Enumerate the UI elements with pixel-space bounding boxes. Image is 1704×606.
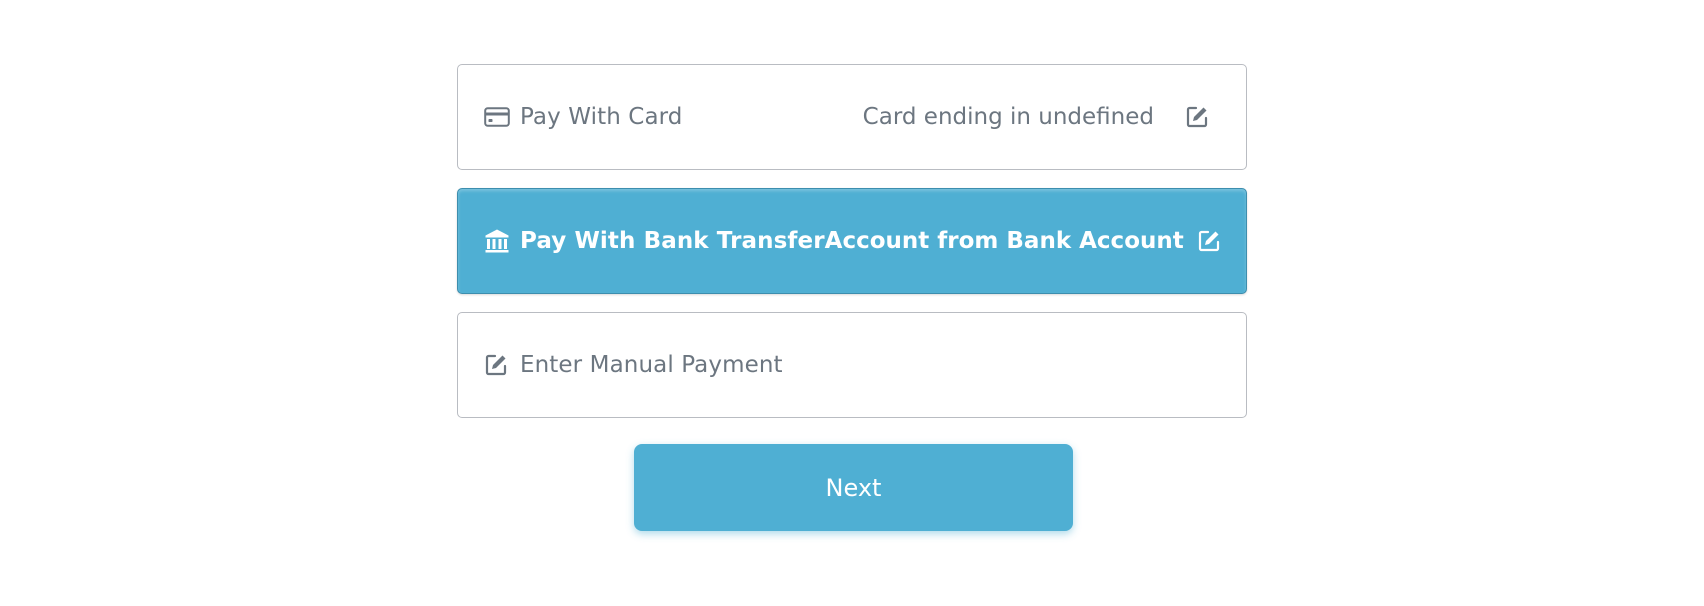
next-button[interactable]: Next: [634, 444, 1073, 531]
option-label: Pay With Card: [520, 104, 683, 130]
next-button-wrapper: Next: [634, 444, 1073, 531]
edit-card-icon[interactable]: [1184, 104, 1210, 130]
enter-manual-payment-option[interactable]: Enter Manual Payment: [457, 312, 1247, 418]
edit-bank-account-icon[interactable]: [1196, 228, 1222, 254]
bank-icon: [484, 227, 512, 255]
edit-icon: [484, 351, 512, 379]
option-label: Pay With Bank Transfer: [520, 228, 825, 254]
pay-with-bank-transfer-option[interactable]: Pay With Bank Transfer Account from Bank…: [457, 188, 1247, 294]
card-detail-text: Card ending in undefined: [862, 104, 1154, 130]
payment-method-list: Pay With Card Card ending in undefined P…: [457, 64, 1247, 436]
pay-with-card-option[interactable]: Pay With Card Card ending in undefined: [457, 64, 1247, 170]
credit-card-icon: [484, 103, 512, 131]
option-label: Enter Manual Payment: [520, 352, 783, 378]
bank-account-detail-text: Account from Bank Account: [824, 228, 1184, 254]
